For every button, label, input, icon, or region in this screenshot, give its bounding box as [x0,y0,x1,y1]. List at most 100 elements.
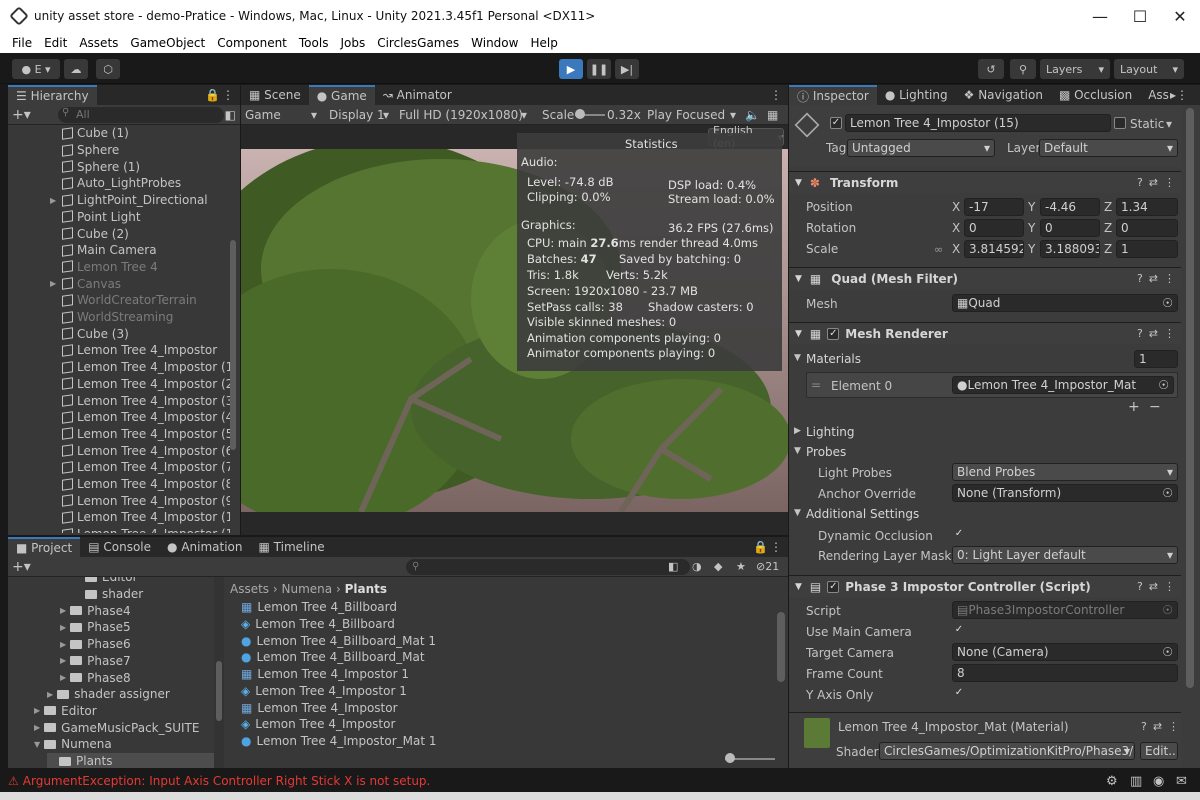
transform-position-z-field[interactable]: 1.34 [1116,198,1178,216]
scale-slider-handle[interactable] [575,109,585,119]
transform-rotation-y-field[interactable]: 0 [1040,219,1100,237]
static-checkbox[interactable] [1114,117,1126,129]
tab-timeline[interactable]: ▦ Timeline [251,537,333,557]
fold-arrow-icon[interactable]: ▶ [60,656,66,665]
fold-arrow-icon[interactable]: ▶ [50,279,56,288]
hierarchy-item[interactable]: Cube (3) [8,325,129,342]
fold-arrow-icon[interactable]: ▼ [34,740,40,749]
resolution-dropdown[interactable]: Full HD (1920x1080) [399,108,523,122]
stats-icon[interactable]: ▦ [767,108,778,122]
breadcrumb-assets[interactable]: Assets [230,582,269,596]
layout-dropdown[interactable]: Layout ▾ [1114,59,1184,79]
hierarchy-item[interactable]: WorldStreaming [8,309,173,326]
light-probes-dropdown[interactable]: Blend Probes ▾ [952,463,1178,481]
asset-item[interactable]: ● Lemon Tree 4_Impostor_Mat 1 [241,733,437,750]
mesh-filter-header[interactable]: ▼ ▦ Quad (Mesh Filter) ?⇄⋮ [789,267,1181,289]
fold-arrow-icon[interactable]: ▶ [60,640,66,649]
dynamic-occlusion-checkbox[interactable]: ✓ [953,529,965,541]
chevron-down-icon[interactable]: ▾ [1166,117,1172,131]
layers-dropdown[interactable]: Layers ▾ [1040,59,1110,79]
menu-tools[interactable]: Tools [299,36,329,50]
tab-occlusion[interactable]: ▩ Occlusion [1051,85,1140,105]
cloud-icon[interactable]: ☁ [64,59,88,79]
hierarchy-item[interactable]: Cube (2) [8,225,129,242]
hierarchy-item[interactable]: Lemon Tree 4_Impostor (4) [8,409,230,426]
component-actions[interactable]: ?⇄⋮ [1137,272,1181,285]
pause-button[interactable]: ❚❚ [587,59,611,79]
hierarchy-item[interactable]: Lemon Tree 4_Impostor (8) [8,476,230,493]
hierarchy-scrollbar[interactable] [230,240,236,450]
asset-list-scrollbar[interactable] [777,612,785,682]
anchor-override-field[interactable]: None (Transform) ☉ [952,484,1178,502]
display-dropdown[interactable]: Display 1 [329,108,385,122]
audio-icon[interactable]: 🔈 [745,108,760,122]
search-icon[interactable]: ⚲ [1010,59,1036,79]
object-picker-icon[interactable]: ☉ [1162,296,1173,310]
transform-scale-y-field[interactable]: 3.188093 [1040,240,1100,258]
tab-navigation[interactable]: ❖ Navigation [956,85,1051,105]
fold-arrow-icon[interactable]: ▼ [794,508,801,518]
hierarchy-item[interactable]: Sphere (1) [8,158,140,175]
shader-edit-button[interactable]: Edit... [1140,742,1178,760]
drag-handle-icon[interactable]: = [811,378,821,392]
asset-item[interactable]: ● Lemon Tree 4_Billboard_Mat [241,649,425,666]
hierarchy-item[interactable]: Point Light [8,209,141,226]
menu-gameobject[interactable]: GameObject [130,36,205,50]
folder-item[interactable]: ▶ shader assigner [47,686,170,703]
hierarchy-item[interactable]: WorldCreatorTerrain [8,292,197,309]
tab-animator[interactable]: ↝ Animator [375,85,460,105]
folder-item[interactable]: Plants [47,752,214,768]
hierarchy-item[interactable]: Sphere [8,142,119,159]
type-filter-icon[interactable]: ◑ [692,560,702,573]
transform-position-x-field[interactable]: -17 [964,198,1024,216]
hierarchy-item[interactable]: Lemon Tree 4_Impostor (10) [8,509,230,526]
tab-game[interactable]: ● Game [308,85,375,105]
filter-icon[interactable]: ◧ [225,108,236,122]
tab-lighting[interactable]: ● Lighting [877,85,956,105]
collab-icon[interactable]: ⬡ [96,59,120,79]
component-actions[interactable]: ?⇄⋮ [1137,176,1181,189]
component-actions[interactable]: ?⇄⋮ [1137,327,1181,340]
maximize-button[interactable]: ☐ [1120,7,1160,26]
asset-item[interactable]: ◈ Lemon Tree 4_Impostor 1 [241,683,407,700]
lighting-section-label[interactable]: Lighting [806,425,855,439]
mesh-field[interactable]: ▦ Quad ☉ [952,294,1178,312]
lock-icon[interactable]: 🔒 [205,88,220,102]
play-button[interactable]: ▶ [559,59,583,79]
component-actions[interactable]: ?⇄⋮ [1141,720,1185,733]
menu-edit[interactable]: Edit [44,36,67,50]
y-axis-only-checkbox[interactable]: ✓ [953,688,965,700]
remove-element-button[interactable]: − [1149,399,1161,415]
more-icon[interactable]: ⋮ [770,88,782,102]
tab-console[interactable]: ▤ Console [80,537,159,557]
fold-arrow-icon[interactable]: ▼ [794,353,801,363]
hierarchy-search-input[interactable]: All [58,106,224,123]
minimize-button[interactable]: — [1080,7,1120,26]
hierarchy-item[interactable]: ▶ LightPoint_Directional [8,192,208,209]
add-icon[interactable]: +▾ [12,559,31,575]
hierarchy-item[interactable]: Lemon Tree 4_Impostor (9) [8,492,230,509]
script-component-header[interactable]: ▼ ▤ ✓ Phase 3 Impostor Controller (Scrip… [789,575,1181,597]
object-picker-icon[interactable]: ☉ [1158,378,1169,392]
tab-animation[interactable]: ● Animation [159,537,250,557]
hierarchy-item[interactable]: Lemon Tree 4 [8,259,158,276]
link-icon[interactable]: ∞ [934,243,943,256]
fold-arrow-icon[interactable]: ▶ [34,723,40,732]
hierarchy-item[interactable]: Main Camera [8,242,157,259]
folder-item[interactable]: ▶ Phase8 [60,669,131,686]
progress-icon[interactable]: ◉ [1153,774,1164,789]
menu-component[interactable]: Component [217,36,287,50]
menu-help[interactable]: Help [530,36,557,50]
asset-item[interactable]: ▦ Lemon Tree 4_Impostor [241,699,398,716]
object-picker-icon[interactable]: ☉ [1162,645,1173,659]
tab-scene[interactable]: ▦ Scene [241,85,309,105]
fold-arrow-icon[interactable]: ▶ [794,426,801,436]
hierarchy-item[interactable]: Auto_LightProbes [8,175,181,192]
add-element-button[interactable]: + [1128,399,1140,415]
tab-project[interactable]: ■ Project [8,537,81,557]
step-button[interactable]: ▶| [615,59,639,79]
use-main-camera-checkbox[interactable]: ✓ [953,625,965,637]
fold-arrow-icon[interactable]: ▼ [794,446,801,456]
hidden-count-badge[interactable]: ⊘21 [756,560,779,573]
folder-tree-scrollbar[interactable] [214,577,224,768]
